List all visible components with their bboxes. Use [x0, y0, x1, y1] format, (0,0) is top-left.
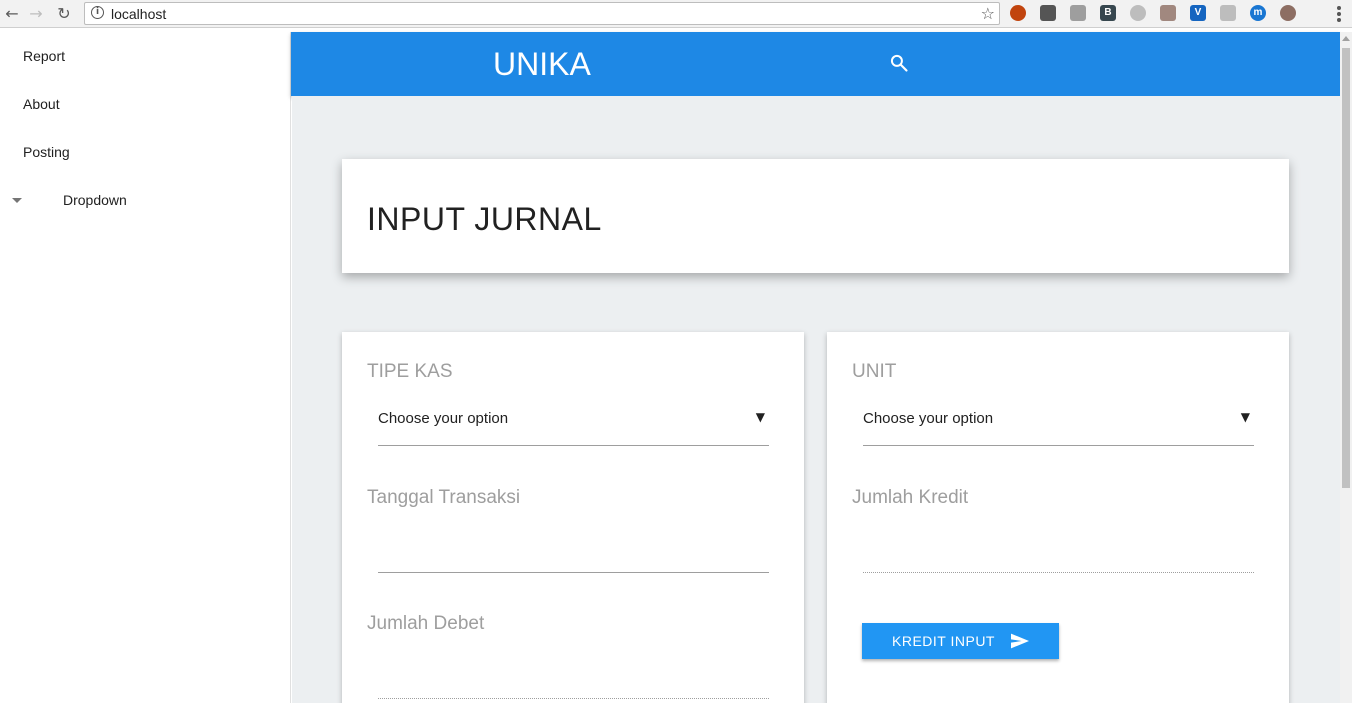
- qr-icon[interactable]: [1040, 5, 1056, 21]
- jumlah-debet-label: Jumlah Debet: [367, 613, 485, 634]
- cookie-icon[interactable]: [1280, 5, 1296, 21]
- b-icon[interactable]: B: [1100, 5, 1116, 21]
- brand-logo[interactable]: UNIKA: [493, 46, 591, 83]
- scroll-thumb[interactable]: [1342, 48, 1350, 488]
- reload-icon[interactable]: ↻: [54, 4, 74, 24]
- dropdown-caret-icon: [12, 198, 22, 203]
- sidebar-item-report[interactable]: Report: [23, 48, 65, 64]
- jumlah-kredit-label: Jumlah Kredit: [852, 487, 969, 508]
- chevron-down-icon: ▼: [1240, 410, 1250, 424]
- send-icon: [1011, 633, 1029, 649]
- address-bar[interactable]: i localhost ☆: [84, 2, 1000, 25]
- site-info-icon[interactable]: i: [91, 6, 104, 19]
- kredit-input-button[interactable]: KREDIT INPUT: [862, 623, 1059, 659]
- search-icon[interactable]: [889, 53, 909, 73]
- diamond-icon[interactable]: [1220, 5, 1236, 21]
- m-icon[interactable]: m: [1250, 5, 1266, 21]
- kredit-input-button-label: KREDIT INPUT: [892, 633, 995, 649]
- cube-icon[interactable]: [1070, 5, 1086, 21]
- unit-label: UNIT: [852, 361, 897, 382]
- main-content: INPUT JURNAL TIPE KAS Choose your option…: [292, 96, 1340, 703]
- tipe-kas-select[interactable]: Choose your option ▼: [378, 396, 769, 446]
- ublock-icon[interactable]: [1010, 5, 1026, 21]
- unit-select-value: Choose your option: [863, 410, 994, 427]
- left-form-card: TIPE KAS Choose your option ▼ Tanggal Tr…: [342, 332, 804, 703]
- forward-icon[interactable]: →: [26, 4, 46, 24]
- note-icon[interactable]: [1160, 5, 1176, 21]
- page-scrollbar[interactable]: [1340, 32, 1352, 703]
- sidebar-item-posting[interactable]: Posting: [23, 144, 70, 160]
- app-header: UNIKA: [291, 32, 1340, 96]
- tipe-kas-select-value: Choose your option: [378, 410, 509, 427]
- v-icon[interactable]: V: [1190, 5, 1206, 21]
- browser-menu-icon[interactable]: [1336, 6, 1342, 22]
- page-title: INPUT JURNAL: [367, 201, 602, 237]
- browser-toolbar: ← → ↻ i localhost ☆ B Vm: [0, 0, 1352, 28]
- scroll-up-icon[interactable]: [1342, 36, 1350, 41]
- tanggal-transaksi-input[interactable]: [378, 572, 769, 573]
- side-nav: Report About Posting Dropdown: [0, 32, 291, 703]
- title-card: INPUT JURNAL: [342, 159, 1289, 273]
- sidebar-item-about[interactable]: About: [23, 96, 60, 112]
- url-text[interactable]: localhost: [111, 6, 166, 22]
- chevron-down-icon: ▼: [755, 410, 765, 424]
- extension-icons: B Vm: [1010, 5, 1296, 23]
- back-icon[interactable]: ←: [2, 4, 22, 24]
- circle-icon[interactable]: [1130, 5, 1146, 21]
- jumlah-kredit-input[interactable]: [863, 572, 1254, 573]
- unit-select[interactable]: Choose your option ▼: [863, 396, 1254, 446]
- right-form-card: UNIT Choose your option ▼ Jumlah Kredit …: [827, 332, 1289, 703]
- sidebar-item-dropdown[interactable]: Dropdown: [63, 192, 127, 208]
- tanggal-transaksi-label: Tanggal Transaksi: [367, 487, 521, 508]
- jumlah-debet-input[interactable]: [378, 698, 769, 699]
- tipe-kas-label: TIPE KAS: [367, 361, 453, 382]
- bookmark-star-icon[interactable]: ☆: [981, 4, 995, 23]
